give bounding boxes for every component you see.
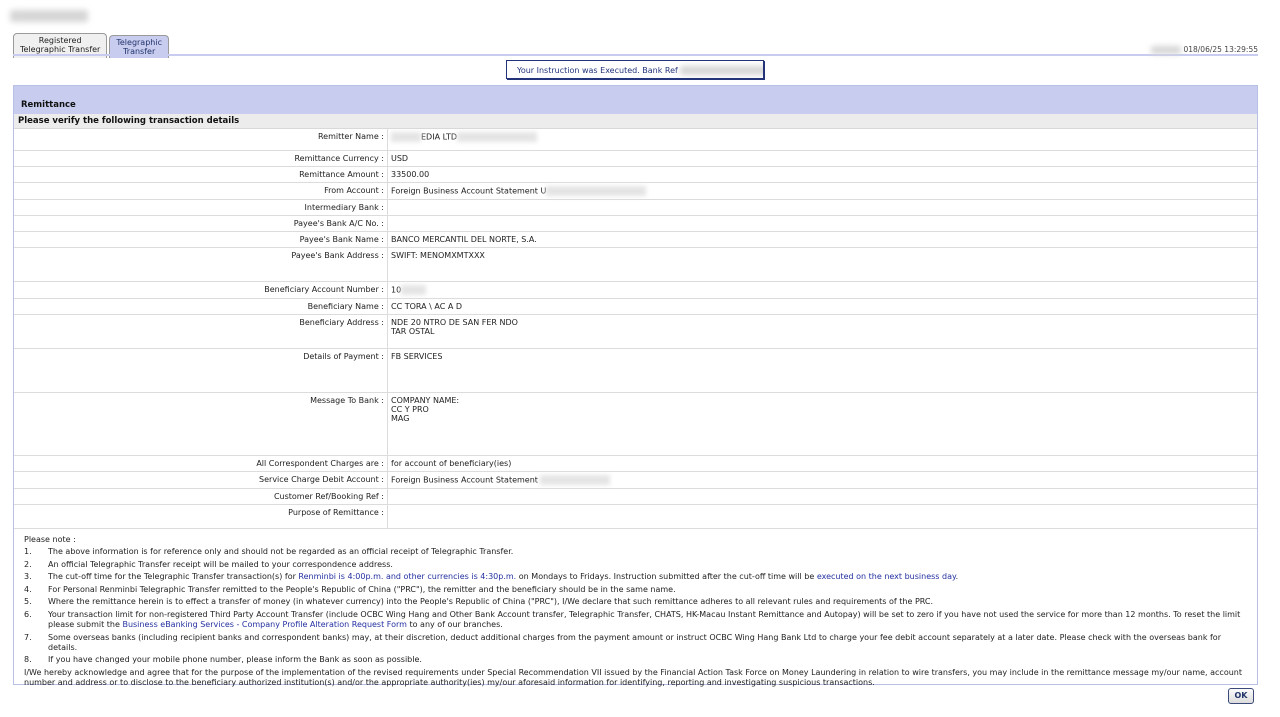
field-label: Payee's Bank A/C No. : xyxy=(14,215,388,232)
field-label: All Correspondent Charges are : xyxy=(14,455,388,472)
timestamp-text: 018/06/25 13:29:55 xyxy=(1183,45,1258,54)
note-text: For Personal Renminbi Telegraphic Transf… xyxy=(48,584,676,594)
panel-title: Remittance xyxy=(14,86,1257,114)
field-label: Payee's Bank Name : xyxy=(14,231,388,248)
note-item: 8. If you have changed your mobile phone… xyxy=(24,655,1247,665)
field-value: 10 xyxy=(387,281,1257,299)
table-row: Remittance Currency : USD xyxy=(14,150,1257,167)
table-row: Purpose of Remittance : xyxy=(14,504,1257,529)
field-value: Foreign Business Account Statement U xyxy=(387,182,1257,200)
redacted-area xyxy=(680,66,763,75)
tab-label: Telegraphic xyxy=(116,38,162,47)
note-text: If you have changed your mobile phone nu… xyxy=(48,655,422,665)
field-label: Payee's Bank Address : xyxy=(14,247,388,282)
table-row: Beneficiary Name : CC TORA \ AC A D xyxy=(14,298,1257,315)
field-value: EDIA LTD xyxy=(387,129,1257,151)
tab-underline xyxy=(13,54,1258,56)
note-number: 4. xyxy=(24,584,32,594)
field-value: FB SERVICES xyxy=(387,348,1257,393)
table-row: Payee's Bank Name : BANCO MERCANTIL DEL … xyxy=(14,231,1257,248)
field-label: Beneficiary Account Number : xyxy=(14,281,388,299)
remittance-panel: Remittance Please verify the following t… xyxy=(13,85,1258,688)
field-value: BANCO MERCANTIL DEL NORTE, S.A. xyxy=(387,231,1257,248)
ok-button[interactable]: OK xyxy=(1228,688,1254,704)
note-item: 7. Some overseas banks (including recipi… xyxy=(24,633,1247,653)
table-row: Remitter Name : EDIA LTD xyxy=(14,129,1257,151)
field-label: Message To Bank : xyxy=(14,392,388,456)
note-item: 5. Where the remittance herein is to eff… xyxy=(24,597,1247,607)
note-text: Where the remittance herein is to effect… xyxy=(48,597,934,607)
field-label: Purpose of Remittance : xyxy=(14,504,388,529)
field-value: 33500.00 xyxy=(387,166,1257,183)
execution-message-text: Your Instruction was Executed. Bank Ref xyxy=(517,66,678,75)
field-label: Intermediary Bank : xyxy=(14,199,388,216)
field-value: COMPANY NAME: CC Y PRO MAG xyxy=(387,392,1257,456)
notes-section: Please note : 1. The above information i… xyxy=(14,529,1257,688)
note-text: The above information is for reference o… xyxy=(48,547,514,557)
note-number: 7. xyxy=(24,632,32,642)
field-label: Customer Ref/Booking Ref : xyxy=(14,488,388,505)
field-value: NDE 20 NTRO DE SAN FER NDO TAR OSTAL xyxy=(387,314,1257,349)
next-business-day-highlight: executed on the next business day xyxy=(816,572,956,582)
note-text: The cut-off time for the Telegraphic Tra… xyxy=(48,572,959,582)
table-row: Message To Bank : COMPANY NAME: CC Y PRO M… xyxy=(14,392,1257,456)
timestamp: 018/06/25 13:29:55 xyxy=(1151,45,1258,54)
note-text: Some overseas banks (including recipient… xyxy=(48,632,1221,652)
execution-message: Your Instruction was Executed. Bank Ref xyxy=(506,60,764,79)
table-row: Details of Payment : FB SERVICES xyxy=(14,348,1257,393)
note-item: 6. Your transaction limit for non-regist… xyxy=(24,610,1247,630)
declaration-text: I/We hereby acknowledge and agree that f… xyxy=(24,667,1242,687)
field-label: Remitter Name : xyxy=(14,129,388,151)
table-row: Beneficiary Account Number : 10 xyxy=(14,281,1257,299)
note-number: 3. xyxy=(24,572,32,582)
table-row: Intermediary Bank : xyxy=(14,199,1257,216)
table-row: All Correspondent Charges are : for acco… xyxy=(14,455,1257,472)
field-value xyxy=(387,488,1257,505)
field-value: Foreign Business Account Statement xyxy=(387,471,1257,489)
field-label: Remittance Amount : xyxy=(14,166,388,183)
table-row: Beneficiary Address : NDE 20 NTRO DE SAN… xyxy=(14,314,1257,349)
field-label: Beneficiary Name : xyxy=(14,298,388,315)
table-row: Payee's Bank A/C No. : xyxy=(14,215,1257,232)
table-row: Service Charge Debit Account : Foreign B… xyxy=(14,471,1257,489)
note-number: 1. xyxy=(24,547,32,557)
bank-logo xyxy=(10,10,88,22)
field-value xyxy=(387,215,1257,232)
tab-label: Telegraphic Transfer xyxy=(20,45,101,54)
field-label: Beneficiary Address : xyxy=(14,314,388,349)
note-item: 2. An official Telegraphic Transfer rece… xyxy=(24,560,1247,570)
table-row: Payee's Bank Address : SWIFT: MENOMXMTXX… xyxy=(14,247,1257,282)
tab-label: Registered xyxy=(38,36,82,45)
note-text: An official Telegraphic Transfer receipt… xyxy=(48,559,393,569)
field-value: SWIFT: MENOMXMTXXX xyxy=(387,247,1257,282)
field-value: for account of beneficiary(ies) xyxy=(387,455,1257,472)
field-value: USD xyxy=(387,150,1257,167)
table-row: From Account : Foreign Business Account … xyxy=(14,182,1257,200)
field-value: CC TORA \ AC A D xyxy=(387,298,1257,315)
field-value xyxy=(387,199,1257,216)
notes-heading: Please note : xyxy=(24,534,76,544)
cutoff-time-highlight: Renminbi is 4:00p.m. and other currencie… xyxy=(298,572,517,582)
field-label: Details of Payment : xyxy=(14,348,388,393)
note-number: 2. xyxy=(24,559,32,569)
field-label: Service Charge Debit Account : xyxy=(14,471,388,489)
transaction-details-table: Remitter Name : EDIA LTD Remittance Curr… xyxy=(14,129,1257,529)
field-label: From Account : xyxy=(14,182,388,200)
alteration-request-form-link[interactable]: Business eBanking Services - Company Pro… xyxy=(122,620,406,629)
table-row: Remittance Amount : 33500.00 xyxy=(14,166,1257,183)
note-text: Your transaction limit for non-registere… xyxy=(48,610,1241,630)
note-number: 5. xyxy=(24,597,32,607)
redacted-area xyxy=(1151,46,1182,54)
field-label: Remittance Currency : xyxy=(14,150,388,167)
field-value xyxy=(387,504,1257,529)
table-row: Customer Ref/Booking Ref : xyxy=(14,488,1257,505)
note-item: 4. For Personal Renminbi Telegraphic Tra… xyxy=(24,585,1247,595)
note-item: 1. The above information is for referenc… xyxy=(24,547,1247,557)
note-number: 8. xyxy=(24,655,32,665)
note-item: 3. The cut-off time for the Telegraphic … xyxy=(24,572,1247,582)
note-number: 6. xyxy=(24,610,32,620)
panel-subtitle: Please verify the following transaction … xyxy=(14,114,1257,129)
